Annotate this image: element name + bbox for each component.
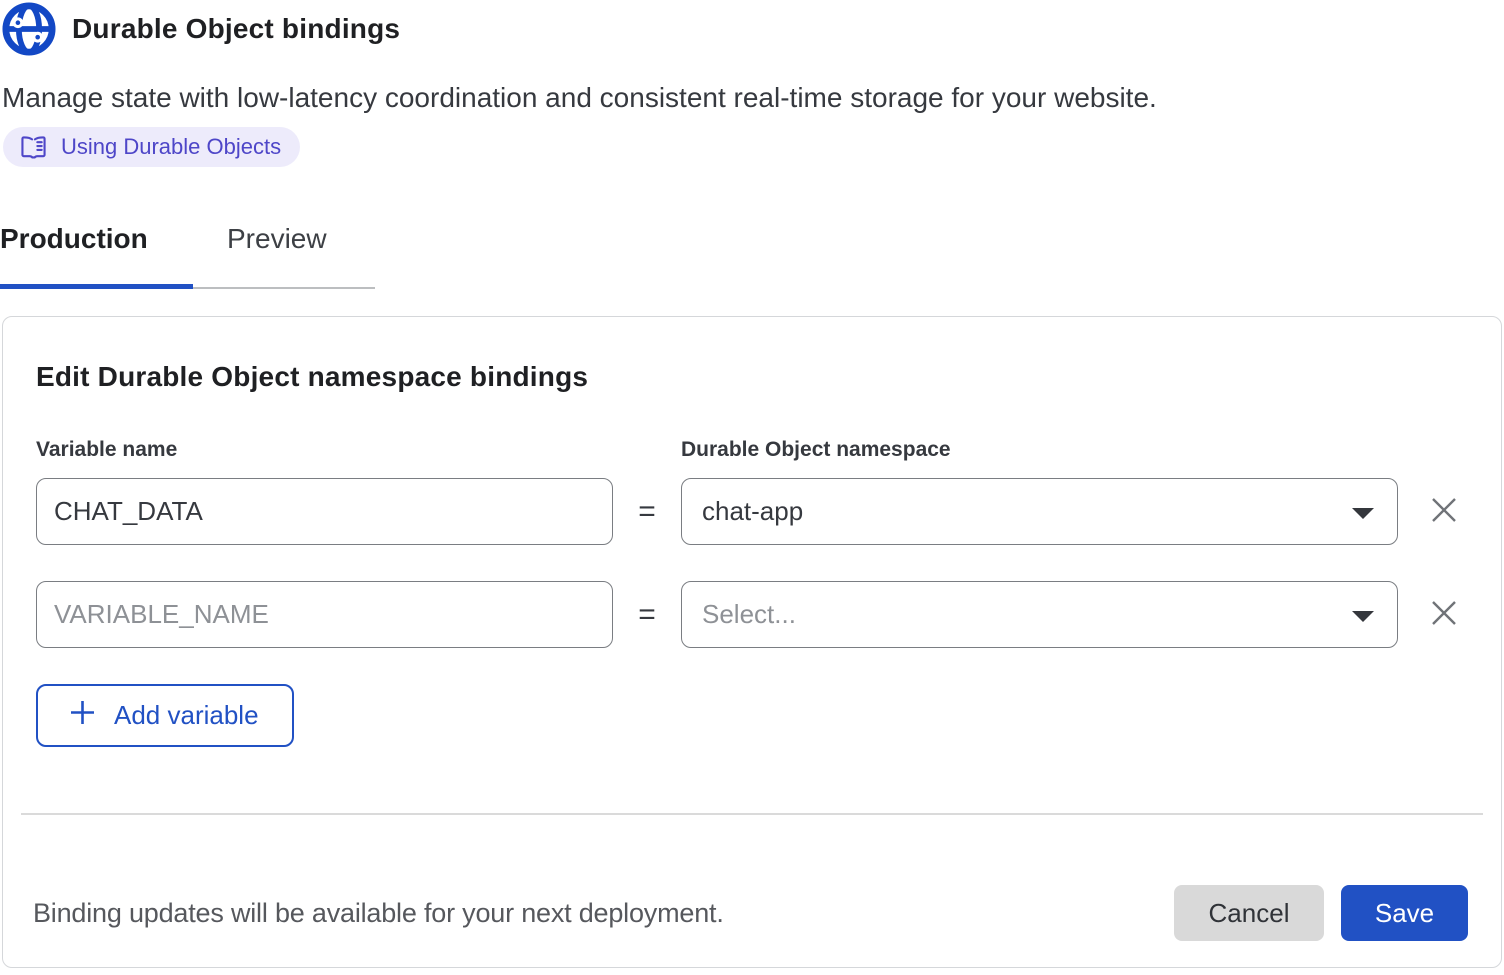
page-title: Durable Object bindings (72, 13, 400, 45)
page-header: Durable Object bindings (2, 1, 1504, 57)
equals-sign: = (638, 598, 656, 632)
cancel-button[interactable]: Cancel (1174, 885, 1324, 941)
column-headers-row: Variable name Durable Object namespace (36, 438, 1471, 462)
durable-object-bindings-page: Durable Object bindings Manage state wit… (0, 1, 1504, 975)
remove-binding-button[interactable] (1422, 593, 1466, 637)
open-book-icon (20, 135, 47, 160)
page-description: Manage state with low-latency coordinati… (2, 82, 1504, 114)
namespace-select-value: chat-app (702, 496, 1351, 527)
namespace-select[interactable]: chat-app (681, 478, 1398, 545)
namespace-label: Durable Object namespace (681, 438, 1398, 462)
caret-down-icon (1351, 599, 1375, 630)
environment-tabs: Production Preview (0, 223, 1504, 289)
variable-name-input[interactable] (36, 478, 613, 545)
card-heading: Edit Durable Object namespace bindings (36, 361, 1471, 393)
equals-sign: = (638, 495, 656, 529)
x-icon (1429, 598, 1459, 631)
add-variable-label: Add variable (114, 700, 259, 731)
footer-actions: Cancel Save (1174, 885, 1468, 941)
save-button[interactable]: Save (1341, 885, 1468, 941)
tab-production[interactable]: Production (0, 223, 193, 289)
docs-link-label: Using Durable Objects (61, 134, 281, 160)
caret-down-icon (1351, 496, 1375, 527)
remove-binding-button[interactable] (1422, 490, 1466, 534)
deployment-note: Binding updates will be available for yo… (33, 898, 724, 929)
footer-divider (21, 813, 1483, 815)
durable-objects-globe-icon (2, 2, 56, 56)
variable-name-label: Variable name (36, 438, 613, 462)
namespace-select[interactable]: Select... (681, 581, 1398, 648)
add-variable-button[interactable]: Add variable (36, 684, 294, 747)
x-icon (1429, 495, 1459, 528)
card-footer: Binding updates will be available for yo… (3, 885, 1501, 941)
docs-link-badge[interactable]: Using Durable Objects (3, 127, 300, 167)
namespace-select-placeholder: Select... (702, 599, 1351, 630)
variable-name-input[interactable] (36, 581, 613, 648)
binding-row: = Select... (36, 581, 1471, 648)
tab-preview[interactable]: Preview (193, 223, 375, 289)
bindings-editor-card: Edit Durable Object namespace bindings V… (2, 316, 1502, 968)
binding-row: = chat-app (36, 478, 1471, 545)
plus-icon (68, 698, 97, 734)
